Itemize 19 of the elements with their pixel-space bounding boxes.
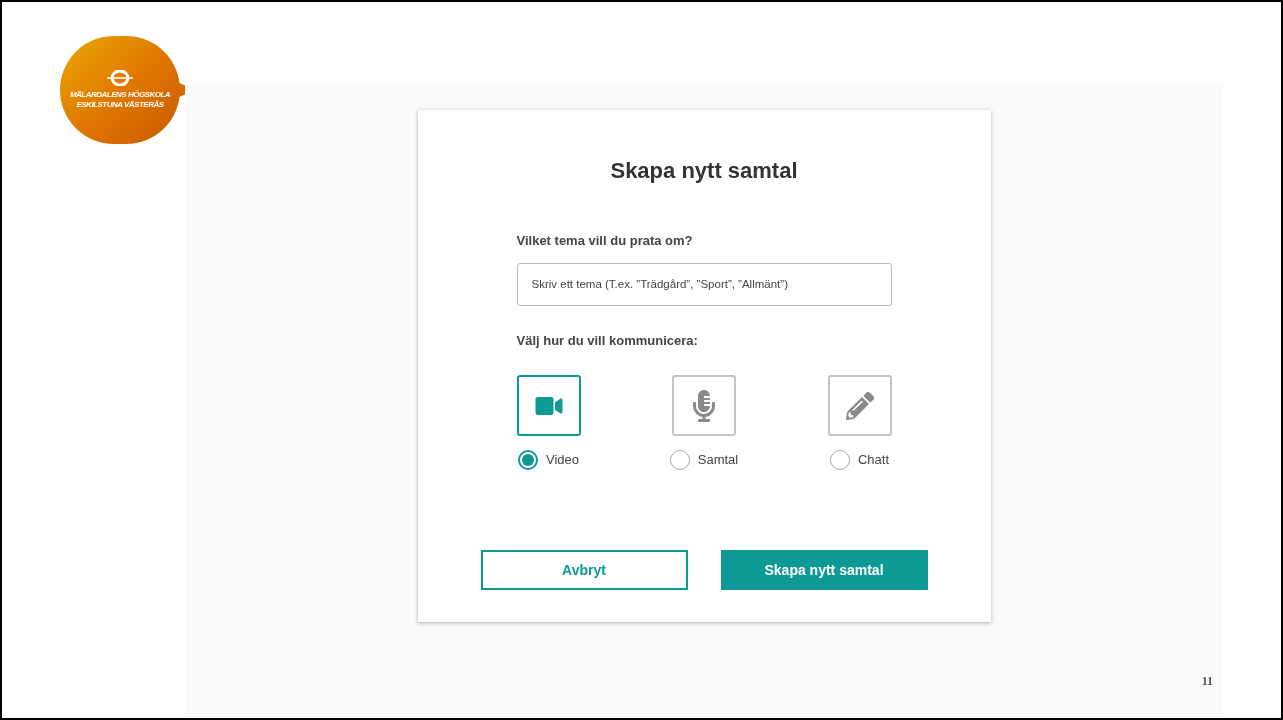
pencil-icon (845, 391, 874, 420)
logo-emblem-icon (107, 70, 133, 86)
mode-option-tile[interactable] (827, 375, 892, 436)
dialog-title: Skapa nytt samtal (610, 157, 798, 185)
section-label: Välj hur du vill kommunicera: (516, 331, 699, 350)
cancel-button[interactable]: Avbryt (480, 550, 688, 590)
microphone-icon (692, 389, 716, 422)
logo-text: MÄLARDALENS HÖGSKOLA (69, 90, 171, 100)
logo-text: ESKILSTUNA VÄSTERÅS (76, 100, 164, 110)
create-button[interactable]: Skapa nytt samtal (720, 550, 928, 590)
theme-input-field[interactable]: Skriv ett tema (T.ex. ”Trädgård”, ”Sport”, ”Allmänt”) (516, 262, 892, 306)
page-number: 11 (1201, 673, 1213, 690)
radio-button[interactable] (518, 450, 538, 470)
mode-option-tile[interactable] (672, 375, 736, 436)
radio-label: Samtal (697, 451, 739, 470)
field-label: Vilket tema vill du prata om? (516, 232, 694, 250)
mode-option-tile[interactable] (516, 375, 581, 436)
radio-label: Video (546, 451, 579, 470)
radio-label: Chatt (857, 451, 890, 470)
